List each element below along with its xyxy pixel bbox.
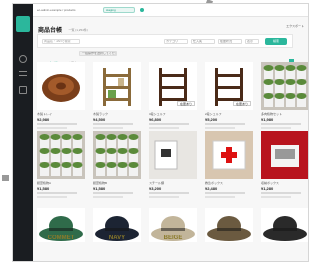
product-meta-line bbox=[261, 127, 291, 129]
product-meta-line bbox=[93, 192, 133, 194]
page-title-note: 一覧 (1,254件) bbox=[68, 27, 88, 32]
box-icon[interactable] bbox=[19, 86, 27, 94]
menu-icon[interactable] bbox=[19, 71, 27, 76]
shelf-image[interactable]: 在庫あり bbox=[205, 62, 253, 110]
product-name[interactable]: 多肉植物セット bbox=[261, 112, 282, 116]
product-name[interactable]: 収納ボックス bbox=[261, 181, 279, 185]
product-image-label: NAVY bbox=[108, 235, 126, 241]
product-meta-line bbox=[37, 123, 77, 125]
product-name[interactable]: 救急ボックス bbox=[205, 181, 223, 185]
product-price: ¥2,980 bbox=[37, 117, 50, 122]
view-toggle bbox=[288, 51, 302, 82]
display-select[interactable]: 表示 bbox=[245, 39, 259, 44]
product-meta-line bbox=[261, 196, 291, 198]
product-price: ¥4,500 bbox=[93, 117, 106, 122]
product-name[interactable]: スチール棚 bbox=[149, 181, 164, 185]
plants-image[interactable] bbox=[93, 131, 141, 179]
product-meta-line bbox=[261, 123, 301, 125]
hat-image[interactable]: BEIGE bbox=[149, 208, 197, 242]
stock-select[interactable]: 在庫状況 bbox=[218, 39, 242, 44]
background-fragment-left bbox=[2, 175, 9, 181]
export-link[interactable]: エクスポート bbox=[286, 24, 304, 28]
stock-tag: 在庫あり bbox=[232, 101, 251, 106]
plants-image[interactable] bbox=[37, 131, 85, 179]
product-meta-line bbox=[93, 127, 123, 129]
shelf-image[interactable] bbox=[93, 62, 141, 110]
search-input[interactable]: 商品名・JANで検索 bbox=[42, 39, 80, 44]
product-price: ¥5,200 bbox=[205, 117, 218, 122]
wood-bowl-image[interactable] bbox=[37, 62, 85, 110]
product-name[interactable]: 観葉植物A bbox=[37, 181, 51, 185]
product-meta-line bbox=[37, 192, 77, 194]
red-box-image[interactable] bbox=[261, 131, 308, 179]
shelf-image[interactable]: 在庫あり bbox=[149, 62, 197, 110]
product-meta-line bbox=[93, 196, 123, 198]
topbar: ec-admin.example / products staging bbox=[33, 4, 308, 17]
category-select[interactable]: カテゴリ bbox=[164, 39, 188, 44]
product-meta-line bbox=[205, 192, 245, 194]
product-meta-line bbox=[93, 123, 133, 125]
stock-tag: 在庫あり bbox=[176, 101, 195, 106]
product-meta-line bbox=[149, 127, 179, 129]
product-meta-line bbox=[149, 196, 179, 198]
hat-image[interactable]: COMMET bbox=[37, 208, 85, 242]
product-meta-line bbox=[261, 192, 301, 194]
product-meta-line bbox=[205, 123, 245, 125]
product-meta-line bbox=[205, 196, 235, 198]
product-price: ¥2,480 bbox=[205, 186, 218, 191]
app-logo[interactable] bbox=[16, 16, 30, 32]
filter-bar: 商品名・JANで検索 カテゴリ 仕入先 在庫状況 表示 検索 bbox=[37, 34, 293, 48]
product-meta-line bbox=[149, 192, 189, 194]
product-price: ¥3,200 bbox=[149, 186, 162, 191]
page-title: 商品台帳 bbox=[38, 28, 63, 35]
hat-image[interactable] bbox=[261, 208, 308, 242]
search-button[interactable]: 検索 bbox=[265, 38, 287, 45]
product-price: ¥1,580 bbox=[37, 186, 50, 191]
product-name[interactable]: 3段シェルフ bbox=[149, 112, 166, 116]
product-price: ¥1,280 bbox=[261, 186, 274, 191]
product-price: ¥6,800 bbox=[149, 117, 162, 122]
environment-badge: staging bbox=[103, 7, 135, 13]
product-image-label: COMMET bbox=[47, 235, 75, 241]
plants-image[interactable] bbox=[261, 62, 308, 110]
product-meta-line bbox=[149, 123, 189, 125]
bulk-action-select[interactable]: 一括操作を選択してください bbox=[79, 51, 117, 56]
hat-image[interactable] bbox=[205, 208, 253, 242]
search-icon[interactable] bbox=[19, 55, 27, 63]
product-meta-line bbox=[37, 196, 67, 198]
product-name[interactable]: 観葉植物B bbox=[93, 181, 107, 185]
product-meta-line bbox=[37, 127, 67, 129]
app-window: ec-admin.example / products staging 商品台帳… bbox=[12, 3, 309, 262]
product-meta-line bbox=[205, 127, 235, 129]
product-name[interactable]: 木製トレイ bbox=[37, 112, 52, 116]
product-name[interactable]: 2段シェルフ bbox=[205, 112, 222, 116]
product-price: ¥1,580 bbox=[93, 186, 106, 191]
product-price: ¥1,980 bbox=[261, 117, 274, 122]
product-name[interactable]: 木製ラック bbox=[93, 112, 108, 116]
supplier-select[interactable]: 仕入先 bbox=[191, 39, 215, 44]
product-image-label: BEIGE bbox=[163, 235, 183, 241]
sidebar bbox=[13, 4, 33, 261]
status-dot-icon bbox=[140, 8, 144, 12]
first-aid-image[interactable] bbox=[205, 131, 253, 179]
box-image[interactable] bbox=[149, 131, 197, 179]
page-title-row: 商品台帳 一覧 (1,254件) bbox=[38, 21, 188, 35]
hat-image[interactable]: NAVY bbox=[93, 208, 141, 242]
